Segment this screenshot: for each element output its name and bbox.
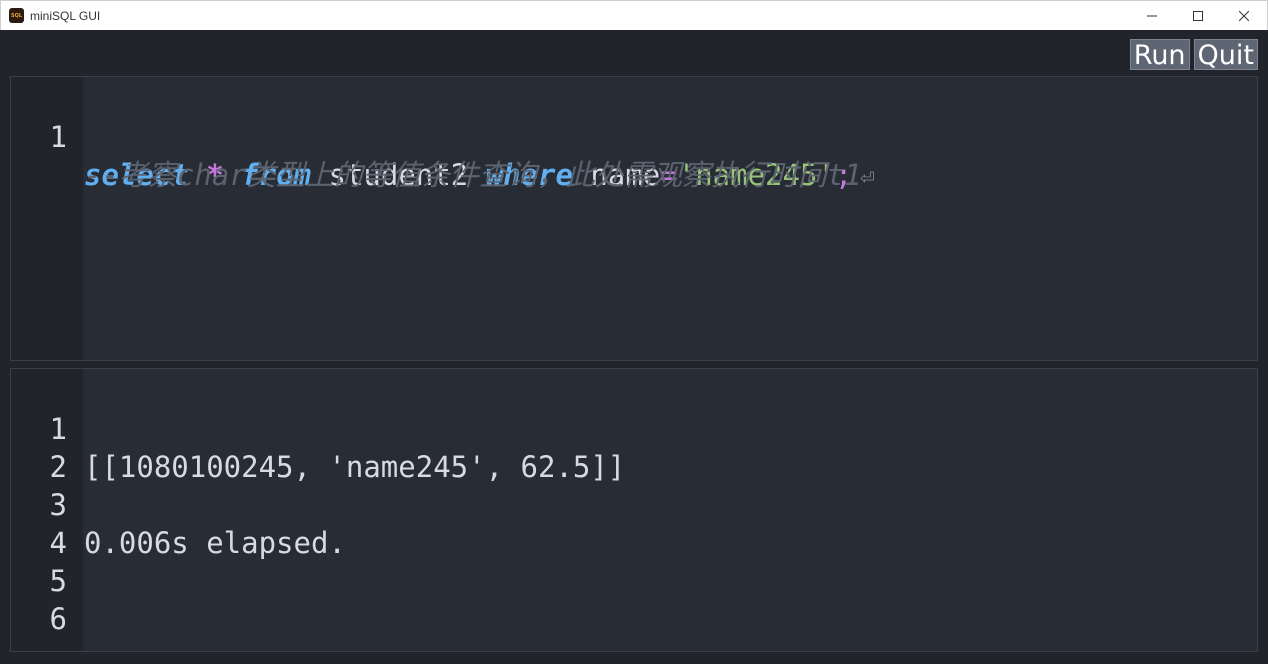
- output-line: 4: [11, 486, 1257, 560]
- window-controls: [1129, 1, 1267, 31]
- close-button[interactable]: [1221, 1, 1267, 31]
- editor-line: --考察char类型上的等值条件查询，此处需观察执行时间t1: [11, 118, 1257, 192]
- line-number: 6: [49, 602, 67, 636]
- sql-comment: --考察char类型上的等值条件查询，此处需观察执行时间t1: [84, 158, 862, 192]
- quit-button[interactable]: Quit: [1193, 39, 1258, 71]
- run-button[interactable]: Run: [1129, 39, 1190, 71]
- output-line: 1 [[1080100245, 'name245', 62.5]]: [11, 372, 1257, 484]
- output-line: 6: [11, 562, 1257, 636]
- output-line: 2: [11, 410, 1257, 484]
- maximize-icon: [1193, 11, 1203, 21]
- query-editor[interactable]: 1 select * from student2 where name='nam…: [10, 76, 1258, 361]
- minimize-icon: [1147, 15, 1157, 17]
- app-icon: SQL: [9, 8, 24, 23]
- window-title: miniSQL GUI: [30, 8, 101, 23]
- output-panel[interactable]: 1 [[1080100245, 'name245', 62.5]] 2 3 0.…: [10, 368, 1258, 652]
- title-bar: SQL miniSQL GUI: [0, 0, 1268, 30]
- minimize-button[interactable]: [1129, 1, 1175, 31]
- editor-line: 1 select * from student2 where name='nam…: [11, 80, 1257, 192]
- close-icon: [1239, 11, 1249, 21]
- line-wrap-icon: ⏎: [860, 163, 875, 191]
- toolbar: Run Quit: [1129, 39, 1258, 71]
- output-line: 5: [11, 524, 1257, 598]
- output-line: 3 0.006s elapsed.: [11, 448, 1257, 560]
- maximize-button[interactable]: [1175, 1, 1221, 31]
